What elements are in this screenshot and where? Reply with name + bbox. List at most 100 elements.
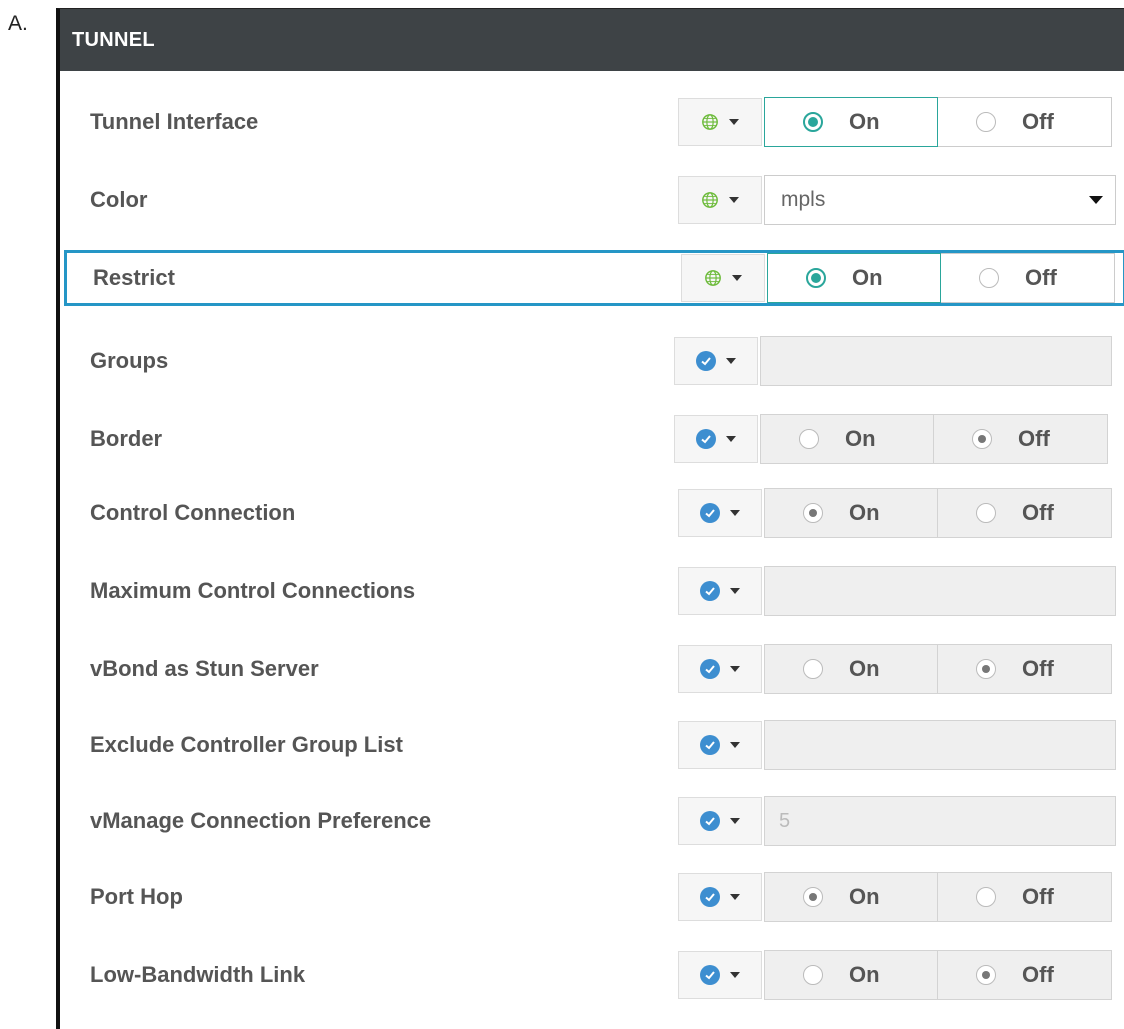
chevron-down-icon [729,197,739,203]
setting-row: Maximum Control Connections [60,563,1124,619]
radio-option-off[interactable]: Off [941,253,1115,303]
scope-dropdown[interactable] [678,98,762,146]
check-circle-icon [700,581,720,601]
on-off-toggle[interactable]: On Off [764,97,1112,147]
radio-on[interactable] [806,268,826,288]
on-off-toggle[interactable]: On Off [764,950,1112,1000]
radio-option-off[interactable]: Off [938,644,1112,694]
setting-row: Restrict On Off [64,250,1124,306]
chevron-down-icon [730,972,740,978]
setting-label: Tunnel Interface [90,109,259,134]
globe-icon [702,114,718,130]
check-circle-icon [700,659,720,679]
scope-dropdown[interactable] [678,951,762,999]
setting-row: Control Connection On Off [60,485,1124,541]
radio-off[interactable] [976,965,996,985]
radio-option-off[interactable]: Off [938,488,1112,538]
scope-dropdown[interactable] [678,176,762,224]
radio-off[interactable] [979,268,999,288]
chevron-down-icon [730,588,740,594]
scope-dropdown[interactable] [678,721,762,769]
radio-on[interactable] [803,659,823,679]
radio-label-on: On [849,500,880,525]
setting-row: Low-Bandwidth Link On Off [60,947,1124,1003]
radio-option-off[interactable]: Off [938,97,1112,147]
chevron-down-icon [730,818,740,824]
radio-on[interactable] [803,887,823,907]
radio-option-on[interactable]: On [764,872,938,922]
radio-on[interactable] [799,429,819,449]
check-circle-icon [700,965,720,985]
chevron-down-icon [726,358,736,364]
radio-off[interactable] [976,503,996,523]
chevron-down-icon [732,275,742,281]
color-select[interactable]: mpls [764,175,1116,225]
setting-row: Color mpls [60,172,1124,228]
radio-off[interactable] [976,659,996,679]
scope-dropdown[interactable] [678,645,762,693]
on-off-toggle[interactable]: On Off [764,872,1112,922]
chevron-down-icon [730,510,740,516]
scope-dropdown[interactable] [681,254,765,302]
radio-label-off: Off [1022,962,1054,987]
radio-label-off: Off [1022,500,1054,525]
option-letter: A. [8,12,28,35]
text-input[interactable] [764,566,1116,616]
scope-dropdown[interactable] [678,797,762,845]
setting-row: Groups [60,333,1124,389]
scope-dropdown[interactable] [678,489,762,537]
chevron-down-icon [730,666,740,672]
radio-option-on[interactable]: On [767,253,941,303]
setting-label: Border [90,426,163,451]
setting-label: Port Hop [90,884,183,909]
radio-on[interactable] [803,112,823,132]
radio-option-on[interactable]: On [764,488,938,538]
radio-label-on: On [849,109,880,134]
caret-down-icon [1089,196,1103,204]
scope-dropdown[interactable] [674,337,758,385]
panel-title: TUNNEL [72,28,155,51]
radio-option-on[interactable]: On [760,414,934,464]
setting-row: Exclude Controller Group List [60,717,1124,773]
text-input[interactable] [764,720,1116,770]
tunnel-panel: TUNNEL Tunnel Interface On Off Color mpls Res… [56,8,1124,1029]
setting-row: vManage Connection Preference 5 [60,793,1124,849]
radio-label-off: Off [1022,884,1054,909]
radio-label-on: On [845,426,876,451]
radio-option-on[interactable]: On [764,97,938,147]
radio-label-on: On [849,884,880,909]
radio-option-off[interactable]: Off [938,872,1112,922]
check-circle-icon [696,351,716,371]
on-off-toggle[interactable]: On Off [760,414,1108,464]
setting-label: Low-Bandwidth Link [90,962,306,987]
radio-label-off: Off [1025,265,1057,290]
scope-dropdown[interactable] [674,415,758,463]
globe-icon [702,192,718,208]
check-circle-icon [700,811,720,831]
setting-label: Groups [90,348,169,373]
radio-on[interactable] [803,965,823,985]
setting-label: Maximum Control Connections [90,578,416,603]
on-off-toggle[interactable]: On Off [764,644,1112,694]
radio-on[interactable] [803,503,823,523]
radio-option-off[interactable]: Off [938,950,1112,1000]
setting-label: Exclude Controller Group List [90,732,403,757]
panel-header: TUNNEL [60,9,1124,71]
text-input[interactable]: 5 [764,796,1116,846]
chevron-down-icon [729,119,739,125]
chevron-down-icon [726,436,736,442]
radio-off[interactable] [976,112,996,132]
radio-option-off[interactable]: Off [934,414,1108,464]
radio-option-on[interactable]: On [764,950,938,1000]
check-circle-icon [700,503,720,523]
radio-option-on[interactable]: On [764,644,938,694]
on-off-toggle[interactable]: On Off [767,253,1115,303]
scope-dropdown[interactable] [678,567,762,615]
text-input[interactable] [760,336,1112,386]
scope-dropdown[interactable] [678,873,762,921]
radio-label-on: On [852,265,883,290]
on-off-toggle[interactable]: On Off [764,488,1112,538]
radio-off[interactable] [972,429,992,449]
radio-off[interactable] [976,887,996,907]
radio-label-off: Off [1018,426,1050,451]
